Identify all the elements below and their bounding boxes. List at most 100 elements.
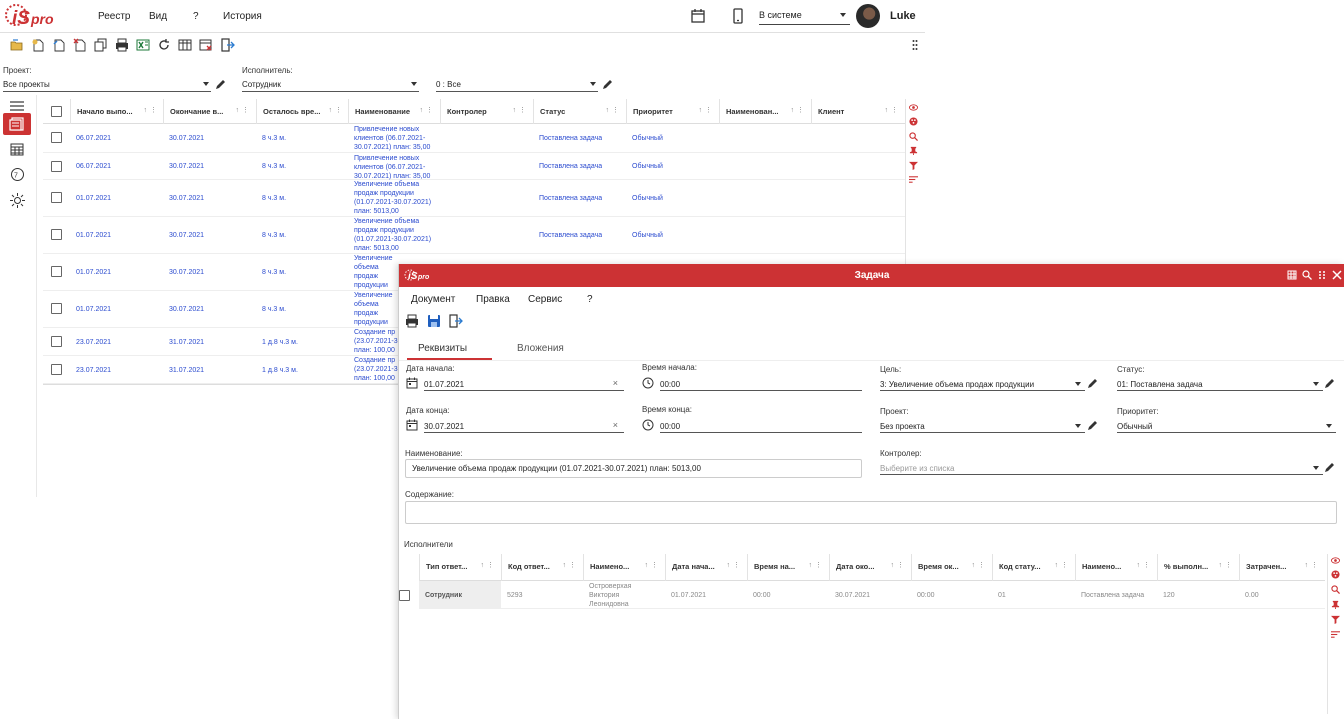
col-name[interactable]: Наименование ↑⋮ [348,99,440,124]
sort-icon[interactable]: ↑⋮ [1305,561,1322,569]
copy-icon[interactable] [94,38,108,52]
clear-icon[interactable]: × [613,420,618,430]
open-folder-icon[interactable] [10,38,24,52]
sort-icon[interactable]: ↑⋮ [891,561,908,569]
sort-lines-icon[interactable] [909,175,918,184]
cell-name[interactable]: Увеличение объема продаж продукции (01.0… [348,291,398,327]
nav-tasks[interactable] [3,113,31,135]
col-end[interactable]: Окончание в... ↑⋮ [163,99,256,124]
calendar-icon[interactable] [690,8,706,24]
pcol-percent[interactable]: % выполн... ↑⋮ [1157,554,1239,581]
pcol-name[interactable]: Наимено... ↑⋮ [583,554,665,581]
presence-status-select[interactable]: В системе [759,9,850,25]
col-name2[interactable]: Наименован... ↑⋮ [719,99,811,124]
dialog-menu-help[interactable]: ? [587,294,593,305]
cell-name[interactable]: Увеличение объема продаж продукции (01.0… [348,254,398,290]
row-checkbox[interactable] [51,132,62,143]
dialog-menu-document[interactable]: Документ [411,294,455,305]
menu-view[interactable]: Вид [149,11,167,22]
start-time-field[interactable]: 00:00 [660,377,862,391]
tab-requisites[interactable]: Реквизиты [418,343,467,354]
palette-icon[interactable] [1331,570,1340,579]
eye-icon[interactable] [1331,556,1340,565]
sort-icon[interactable]: ↑⋮ [791,106,808,114]
priority-select[interactable]: Обычный [1117,419,1336,433]
end-date-field[interactable]: 30.07.2021 × [424,419,624,433]
sort-icon[interactable]: ↑⋮ [481,561,498,569]
sort-icon[interactable]: ↑⋮ [809,561,826,569]
sort-icon[interactable]: ↑⋮ [513,106,530,114]
extra-filter-select[interactable]: 0 : Все [436,78,598,92]
exit-icon[interactable] [449,314,463,328]
nav-settings[interactable] [3,189,31,211]
row-checkbox[interactable] [51,229,62,240]
sort-icon[interactable]: ↑⋮ [1219,561,1236,569]
pin-icon[interactable] [909,146,918,155]
pcol-spent[interactable]: Затрачен... ↑⋮ [1239,554,1325,581]
zoom-icon[interactable] [1302,270,1312,280]
filter-icon[interactable] [909,161,918,170]
search-icon[interactable] [909,132,918,141]
name-input[interactable]: Увеличение объема продаж продукции (01.0… [405,459,862,478]
content-textarea[interactable] [405,501,1337,524]
status-select[interactable]: 01: Поставлена задача [1117,377,1323,391]
row-checkbox[interactable] [51,192,62,203]
row-checkbox[interactable] [51,303,62,314]
cell-name[interactable]: Увеличение объема продаж продукции (01.0… [348,217,436,253]
pencil-icon[interactable] [602,79,613,90]
tab-attachments[interactable]: Вложения [517,343,564,354]
project-select[interactable]: Без проекта [880,419,1085,433]
col-priority[interactable]: Приоритет ↑⋮ [626,99,719,124]
table-row[interactable]: 06.07.2021 30.07.2021 8 ч.3 м. Привлечен… [43,124,905,153]
sort-icon[interactable]: ↑⋮ [606,106,623,114]
mobile-icon[interactable] [730,8,746,24]
goal-select[interactable]: 3: Увеличение объема продаж продукции [880,377,1085,391]
save-icon[interactable] [427,314,441,328]
print-icon[interactable] [115,38,129,52]
avatar[interactable] [856,4,880,28]
cell-name[interactable]: Привлечение новых клиентов (06.07.2021-3… [348,154,436,181]
delete-document-icon[interactable] [73,38,87,52]
dialog-menu-service[interactable]: Сервис [528,294,562,305]
table-icon[interactable] [178,38,192,52]
pcol-start-date[interactable]: Дата нача... ↑⋮ [665,554,747,581]
cell-name[interactable]: Создание пр (23.07.2021-3 план: 100,00 [348,328,398,355]
sort-icon[interactable]: ↑⋮ [645,561,662,569]
sort-lines-icon[interactable] [1331,630,1340,639]
col-status[interactable]: Статус ↑⋮ [533,99,626,124]
sort-icon[interactable]: ↑⋮ [727,561,744,569]
sort-icon[interactable]: ↑⋮ [563,561,580,569]
palette-icon[interactable] [909,117,918,126]
col-client[interactable]: Клиент ↑⋮ [811,99,905,124]
cell-name[interactable]: Увеличение объема продаж продукции (01.0… [348,180,436,216]
search-icon[interactable] [1331,585,1340,594]
pcol-status-code[interactable]: Код стату... ↑⋮ [992,554,1075,581]
col-time-left[interactable]: Осталось вре... ↑⋮ [256,99,349,124]
sort-icon[interactable]: ↑⋮ [420,106,437,114]
pcol-end-date[interactable]: Дата око... ↑⋮ [829,554,911,581]
clock-icon[interactable] [642,419,654,431]
nav-calendar[interactable] [3,138,31,160]
row-checkbox[interactable] [51,161,62,172]
print-icon[interactable] [405,314,419,328]
sort-icon[interactable]: ↑⋮ [1055,561,1072,569]
exit-icon[interactable] [221,38,235,52]
start-date-field[interactable]: 01.07.2021 × [424,377,624,391]
cell-name[interactable]: Привлечение новых клиентов (06.07.2021-3… [348,125,436,152]
performer-filter-select[interactable]: Сотрудник [242,78,419,92]
project-filter-select[interactable]: Все проекты [3,78,211,92]
sort-icon[interactable]: ↑⋮ [1137,561,1154,569]
pcol-end-time[interactable]: Время ок... ↑⋮ [911,554,992,581]
pencil-icon[interactable] [1324,462,1335,473]
pencil-icon[interactable] [215,79,226,90]
excel-icon[interactable] [136,38,150,52]
col-controller[interactable]: Контролер ↑⋮ [440,99,533,124]
calendar-delete-icon[interactable] [199,38,213,52]
performer-row[interactable]: Сотрудник 5293 Островерхая Виктория Леон… [419,581,1325,609]
select-all-checkbox[interactable] [51,106,62,117]
more-vertical-icon[interactable] [912,39,918,51]
col-start[interactable]: Начало выпо... ↑⋮ [70,99,164,124]
eye-icon[interactable] [909,103,918,112]
end-time-field[interactable]: 00:00 [660,419,862,433]
pcol-start-time[interactable]: Время на... ↑⋮ [747,554,829,581]
